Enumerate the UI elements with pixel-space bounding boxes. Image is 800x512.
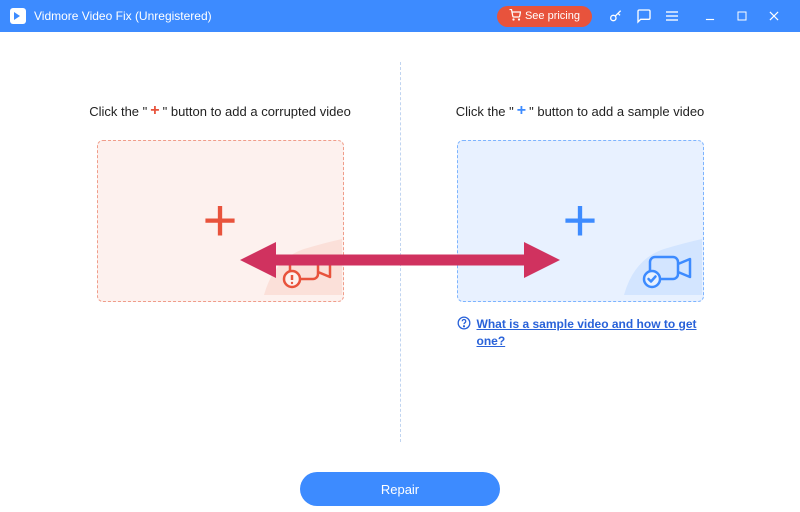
key-icon[interactable] <box>604 4 628 28</box>
main-content: Click the " + " button to add a corrupte… <box>0 32 800 472</box>
corrupted-panel-title: Click the " + " button to add a corrupte… <box>89 102 351 120</box>
plus-icon: + <box>562 191 597 251</box>
double-arrow-icon <box>240 240 560 285</box>
cart-icon <box>509 9 521 24</box>
repair-button[interactable]: Repair <box>300 472 500 506</box>
plus-icon: + <box>150 102 159 120</box>
maximize-button[interactable] <box>726 4 758 28</box>
feedback-icon[interactable] <box>632 4 656 28</box>
question-icon <box>457 316 471 335</box>
sample-video-help-link[interactable]: What is a sample video and how to get on… <box>477 316 704 350</box>
menu-icon[interactable] <box>660 4 684 28</box>
app-logo <box>10 8 26 24</box>
title-text: " button to add a sample video <box>529 104 704 119</box>
plus-icon: + <box>202 191 237 251</box>
plus-icon: + <box>517 102 526 120</box>
help-row: What is a sample video and how to get on… <box>457 316 704 350</box>
ok-video-icon <box>624 239 702 300</box>
pricing-label: See pricing <box>525 10 580 22</box>
app-title: Vidmore Video Fix (Unregistered) <box>34 9 497 23</box>
titlebar: Vidmore Video Fix (Unregistered) See pri… <box>0 0 800 32</box>
footer: Repair <box>0 472 800 512</box>
window-controls <box>694 4 790 28</box>
title-text: Click the " <box>456 104 514 119</box>
title-text: " button to add a corrupted video <box>163 104 351 119</box>
sample-panel-title: Click the " + " button to add a sample v… <box>456 102 705 120</box>
see-pricing-button[interactable]: See pricing <box>497 6 592 27</box>
title-text: Click the " <box>89 104 147 119</box>
close-button[interactable] <box>758 4 790 28</box>
minimize-button[interactable] <box>694 4 726 28</box>
